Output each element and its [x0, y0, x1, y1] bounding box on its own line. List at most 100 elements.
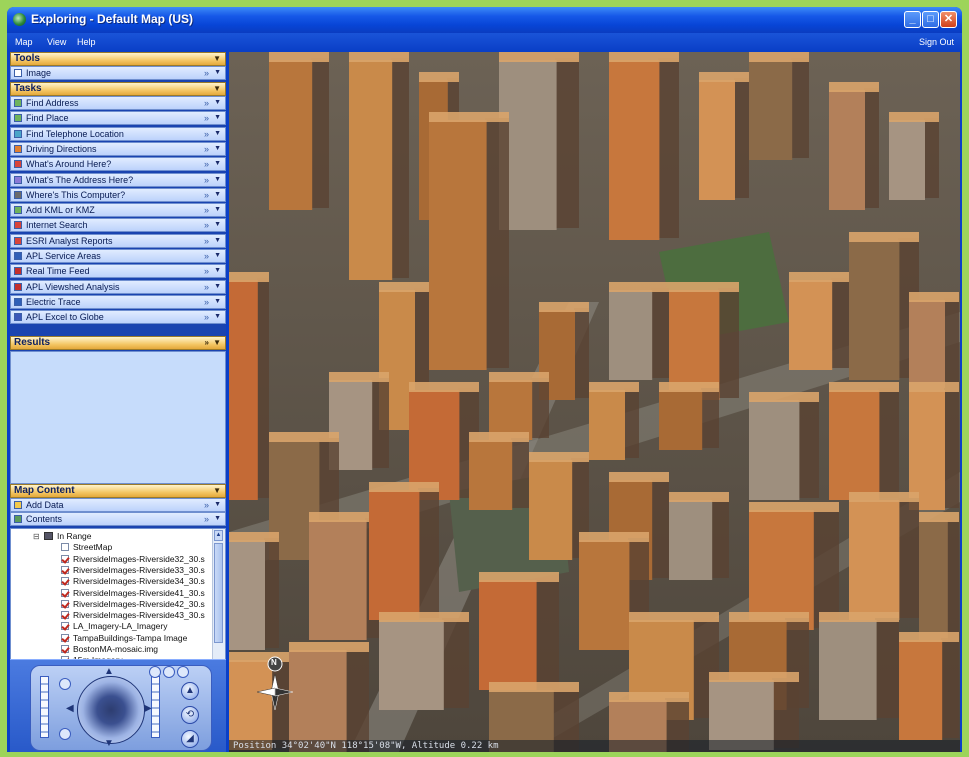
- task-item[interactable]: Find Place » ▼: [10, 111, 226, 126]
- double-chevron-icon[interactable]: »: [204, 265, 209, 277]
- maximize-button[interactable]: □: [922, 11, 939, 28]
- dropdown-arrow-icon[interactable]: ▼: [214, 265, 221, 277]
- task-item[interactable]: Find Telephone Location » ▼: [10, 126, 226, 141]
- dropdown-arrow-icon[interactable]: ▼: [214, 189, 221, 201]
- double-chevron-icon[interactable]: »: [204, 296, 209, 308]
- pan-right-icon[interactable]: ▶: [144, 703, 152, 714]
- double-chevron-icon[interactable]: »: [204, 128, 209, 140]
- menu-help[interactable]: Help: [77, 37, 96, 47]
- double-chevron-icon[interactable]: »: [204, 281, 209, 293]
- task-item[interactable]: APL Viewshed Analysis » ▼: [10, 279, 226, 294]
- layer-checkbox[interactable]: [61, 599, 69, 608]
- layer-checkbox[interactable]: [61, 588, 69, 597]
- scroll-up-icon[interactable]: ▲: [214, 530, 223, 541]
- map-content-header[interactable]: Map Content ▼: [10, 484, 226, 498]
- layer-checkbox[interactable]: [61, 577, 69, 586]
- dropdown-arrow-icon[interactable]: ▼: [214, 158, 221, 170]
- menu-map[interactable]: Map: [15, 37, 33, 47]
- task-item[interactable]: Real Time Feed » ▼: [10, 264, 226, 279]
- tasks-header[interactable]: Tasks ▼: [10, 82, 226, 96]
- chevron-down-icon[interactable]: ▼: [213, 53, 221, 65]
- rotate-icon[interactable]: [149, 666, 161, 678]
- dropdown-arrow-icon[interactable]: ▼: [214, 67, 221, 79]
- task-item[interactable]: ESRI Analyst Reports » ▼: [10, 233, 226, 248]
- dropdown-arrow-icon[interactable]: ▼: [214, 311, 221, 323]
- double-chevron-icon[interactable]: »: [204, 219, 209, 231]
- zoom-out-small-icon[interactable]: [59, 728, 71, 740]
- dropdown-arrow-icon[interactable]: ▼: [214, 499, 221, 511]
- task-item[interactable]: Driving Directions » ▼: [10, 141, 226, 156]
- double-chevron-icon[interactable]: »: [204, 311, 209, 323]
- rotate-icon[interactable]: [177, 666, 189, 678]
- task-item[interactable]: Find Address » ▼: [10, 96, 226, 110]
- dropdown-arrow-icon[interactable]: ▼: [214, 250, 221, 262]
- reset-north-icon[interactable]: ⟲: [181, 706, 199, 724]
- dropdown-arrow-icon[interactable]: ▼: [214, 204, 221, 216]
- zoom-in-small-icon[interactable]: [59, 678, 71, 690]
- compass-icon[interactable]: N: [255, 656, 295, 712]
- pan-joystick[interactable]: [77, 676, 145, 744]
- dropdown-arrow-icon[interactable]: ▼: [214, 513, 221, 525]
- task-item[interactable]: Where's This Computer? » ▼: [10, 187, 226, 202]
- tools-header[interactable]: Tools ▼: [10, 52, 226, 66]
- add-data-item[interactable]: Add Data » ▼: [10, 498, 226, 512]
- layer-checkbox[interactable]: [61, 611, 69, 620]
- layer-checkbox[interactable]: [61, 565, 69, 574]
- layer-checkbox[interactable]: [61, 543, 69, 552]
- task-item[interactable]: Electric Trace » ▼: [10, 294, 226, 309]
- double-chevron-icon[interactable]: »: [204, 499, 209, 511]
- task-item[interactable]: Internet Search » ▼: [10, 218, 226, 233]
- dropdown-arrow-icon[interactable]: ▼: [214, 128, 221, 140]
- double-chevron-icon[interactable]: »: [204, 250, 209, 262]
- sign-out-link[interactable]: Sign Out: [919, 37, 954, 47]
- double-chevron-icon[interactable]: »: [204, 174, 209, 186]
- look-around-icon[interactable]: ◢: [181, 730, 199, 748]
- vertical-scrollbar[interactable]: ▲ ▼: [212, 529, 225, 674]
- dropdown-arrow-icon[interactable]: ▼: [214, 174, 221, 186]
- dropdown-arrow-icon[interactable]: ▼: [214, 219, 221, 231]
- 3d-map-view[interactable]: N Position 34°02'40"N 118°15'08"W, Altit…: [229, 52, 960, 752]
- minimize-button[interactable]: _: [904, 11, 921, 28]
- dropdown-arrow-icon[interactable]: ▼: [214, 97, 221, 109]
- dropdown-arrow-icon[interactable]: ▼: [214, 296, 221, 308]
- dropdown-arrow-icon[interactable]: ▼: [214, 281, 221, 293]
- double-chevron-icon[interactable]: »: [204, 158, 209, 170]
- chevron-down-icon[interactable]: ▼: [213, 337, 221, 349]
- tilt-slider[interactable]: [40, 676, 49, 738]
- double-chevron-icon[interactable]: »: [204, 67, 209, 79]
- dropdown-arrow-icon[interactable]: ▼: [214, 235, 221, 247]
- layer-checkbox[interactable]: [61, 554, 69, 563]
- double-chevron-icon[interactable]: »: [204, 513, 209, 525]
- task-item[interactable]: APL Service Areas » ▼: [10, 249, 226, 263]
- scroll-thumb[interactable]: [214, 543, 223, 643]
- double-chevron-icon[interactable]: »: [204, 112, 209, 124]
- results-header[interactable]: Results » ▼: [10, 336, 226, 350]
- double-chevron-icon[interactable]: »: [204, 143, 209, 155]
- chevron-down-icon[interactable]: ▼: [213, 485, 221, 497]
- contents-item[interactable]: Contents » ▼: [10, 512, 226, 526]
- layer-checkbox[interactable]: [61, 633, 69, 642]
- dropdown-arrow-icon[interactable]: ▼: [214, 143, 221, 155]
- task-item[interactable]: What's Around Here? » ▼: [10, 157, 226, 172]
- tilt-up-icon[interactable]: ▲: [181, 682, 199, 700]
- tool-item-image[interactable]: Image » ▼: [10, 66, 226, 80]
- pan-left-icon[interactable]: ◀: [66, 703, 74, 714]
- pan-down-icon[interactable]: ▼: [104, 738, 114, 749]
- close-button[interactable]: ✕: [940, 11, 957, 28]
- menu-view[interactable]: View: [47, 37, 66, 47]
- task-item[interactable]: APL Excel to Globe » ▼: [10, 310, 226, 325]
- double-chevron-icon[interactable]: »: [204, 97, 209, 109]
- dropdown-arrow-icon[interactable]: ▼: [214, 112, 221, 124]
- zoom-slider[interactable]: [151, 676, 160, 738]
- double-chevron-icon[interactable]: »: [204, 235, 209, 247]
- chevron-down-icon[interactable]: ▼: [213, 83, 221, 95]
- layer-checkbox[interactable]: [61, 645, 69, 653]
- pan-up-icon[interactable]: ▲: [104, 666, 114, 677]
- collapse-icon[interactable]: ⊟: [33, 531, 40, 542]
- rotate-icon[interactable]: [163, 666, 175, 678]
- double-chevron-icon[interactable]: »: [204, 204, 209, 216]
- task-item[interactable]: Add KML or KMZ » ▼: [10, 203, 226, 218]
- double-chevron-icon[interactable]: »: [204, 189, 209, 201]
- double-chevron-icon[interactable]: »: [205, 337, 209, 349]
- layer-checkbox[interactable]: [61, 622, 69, 631]
